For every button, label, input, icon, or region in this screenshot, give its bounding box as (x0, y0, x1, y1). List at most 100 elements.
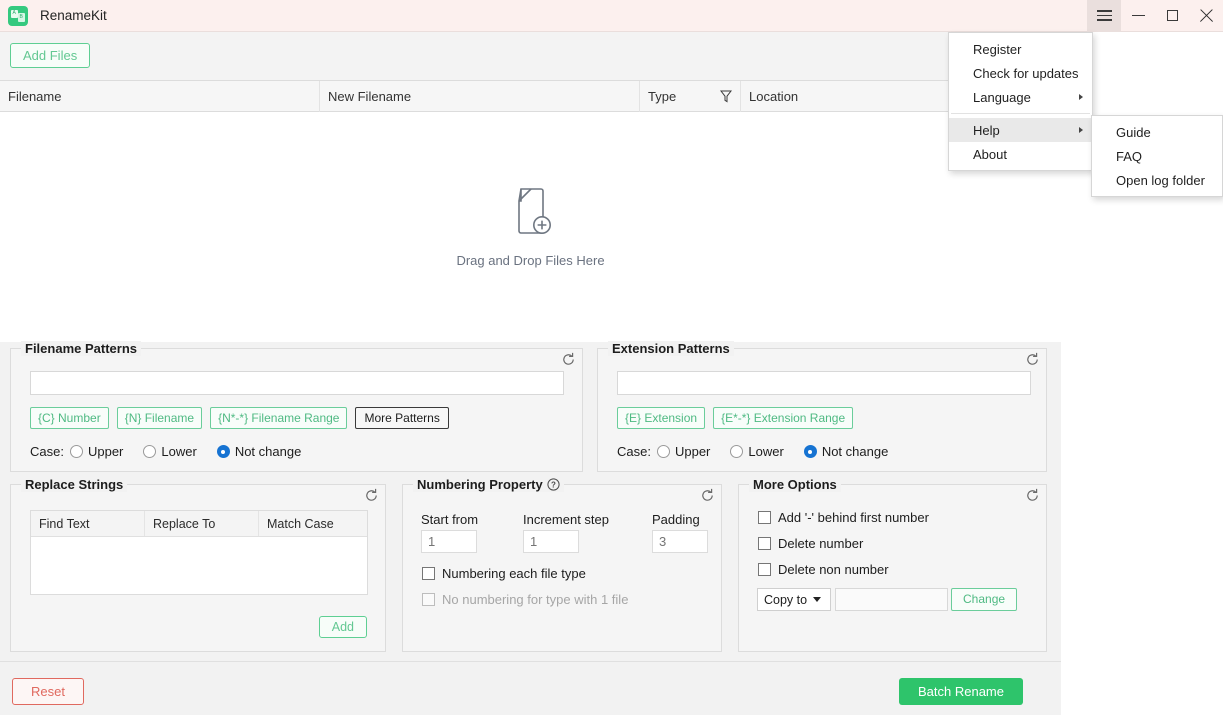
more-options-legend: More Options (749, 477, 841, 492)
radio-icon-upper[interactable] (69, 445, 83, 458)
increment-step-label: Increment step (523, 512, 609, 527)
column-header-replace-to[interactable]: Replace To (145, 511, 259, 536)
menu-item-faq[interactable]: FAQ (1092, 144, 1222, 168)
extension-case-lower[interactable]: Lower (730, 444, 784, 459)
checkbox-numbering-each-file-type[interactable] (422, 567, 435, 580)
filename-case-upper[interactable]: Upper (69, 444, 124, 459)
main-menu-dropdown[interactable]: Register Check for updates Language Help… (948, 32, 1093, 171)
checkbox-delete-non-number[interactable] (758, 563, 771, 576)
menu-item-guide-label: Guide (1116, 124, 1151, 140)
column-header-new-filename[interactable]: New Filename (320, 80, 640, 112)
close-icon[interactable] (1189, 0, 1223, 32)
window-controls (1087, 0, 1223, 32)
filename-patterns-title: Filename Patterns (25, 341, 137, 356)
menu-item-register[interactable]: Register (949, 37, 1092, 61)
help-submenu-dropdown[interactable]: Guide FAQ Open log folder (1091, 115, 1223, 197)
filename-case-lower[interactable]: Lower (143, 444, 197, 459)
menu-item-open-log-folder[interactable]: Open log folder (1092, 168, 1222, 192)
refresh-icon[interactable] (364, 488, 379, 503)
column-header-new-filename-label: New Filename (328, 88, 412, 104)
maximize-icon[interactable] (1155, 0, 1189, 32)
menu-hamburger-icon[interactable] (1087, 0, 1121, 32)
menu-item-language[interactable]: Language (949, 85, 1092, 109)
menu-item-check-for-updates-label: Check for updates (973, 65, 1079, 81)
extension-case-not-change[interactable]: Not change (803, 444, 889, 459)
add-replace-rule-button[interactable]: Add (318, 616, 367, 638)
start-from-input[interactable] (421, 530, 477, 553)
pattern-button-extension-range[interactable]: {E*-*} Extension Range (713, 407, 854, 429)
pattern-button-number[interactable]: {C} Number (30, 407, 109, 429)
filename-pattern-input[interactable] (30, 371, 564, 395)
extension-case-upper-label: Upper (674, 444, 711, 459)
drag-drop-zone[interactable]: Drag and Drop Files Here (0, 112, 1061, 342)
batch-rename-button[interactable]: Batch Rename (899, 678, 1023, 705)
column-header-find-text[interactable]: Find Text (31, 511, 145, 536)
checkbox-delete-number[interactable] (758, 537, 771, 550)
menu-item-faq-label: FAQ (1116, 148, 1143, 164)
radio-icon-lower[interactable] (730, 445, 744, 458)
delete-non-number-row[interactable]: Delete non number (758, 562, 889, 577)
funnel-filter-icon[interactable] (719, 90, 733, 103)
add-dash-behind-first-number-row[interactable]: Add '-' behind first number (758, 510, 929, 525)
more-patterns-button[interactable]: More Patterns (355, 407, 449, 429)
filename-case-not-change[interactable]: Not change (216, 444, 301, 459)
application-window: Add Files Filename New Filename Type Loc… (0, 0, 1061, 715)
numbering-property-panel: Numbering Property ? Start from Incremen… (402, 477, 722, 652)
change-path-button[interactable]: Change (951, 588, 1018, 611)
delete-non-number-label: Delete non number (778, 562, 889, 577)
extension-patterns-panel: Extension Patterns {E} Extension {E*-*} … (597, 341, 1047, 472)
padding-input[interactable] (652, 530, 708, 553)
refresh-icon[interactable] (561, 352, 576, 367)
refresh-icon[interactable] (1025, 488, 1040, 503)
menu-item-guide[interactable]: Guide (1092, 120, 1222, 144)
column-header-type[interactable]: Type (640, 80, 741, 112)
menu-item-about[interactable]: About (949, 142, 1092, 166)
extension-case-lower-label: Lower (748, 444, 784, 459)
file-add-icon (508, 187, 554, 239)
destination-path-input[interactable] (835, 588, 948, 611)
numbering-each-file-type-row[interactable]: Numbering each file type (422, 566, 586, 581)
filename-case-upper-label: Upper (87, 444, 124, 459)
checkbox-no-numbering-single-file[interactable] (422, 593, 435, 606)
checkbox-add-dash-behind-first-number[interactable] (758, 511, 771, 524)
replace-strings-table-header: Find Text Replace To Match Case (31, 511, 367, 537)
add-files-button[interactable]: Add Files (10, 43, 91, 68)
column-header-filename[interactable]: Filename (0, 80, 320, 112)
increment-step-input[interactable] (523, 530, 579, 553)
extension-pattern-input[interactable] (617, 371, 1031, 395)
title-bar: A B RenameKit (0, 0, 1223, 32)
toolbar: Add Files (0, 32, 1061, 81)
menu-item-open-log-folder-label: Open log folder (1116, 172, 1205, 188)
no-numbering-single-file-row[interactable]: No numbering for type with 1 file (422, 592, 628, 607)
svg-text:?: ? (551, 481, 556, 490)
menu-item-about-label: About (973, 146, 1007, 162)
refresh-icon[interactable] (1025, 352, 1040, 367)
file-list-body[interactable]: Drag and Drop Files Here (0, 112, 1061, 342)
app-title: RenameKit (40, 8, 107, 23)
pattern-button-extension[interactable]: {E} Extension (617, 407, 706, 429)
chevron-down-icon (813, 597, 822, 602)
column-header-location-label: Location (749, 88, 799, 104)
extension-case-not-change-label: Not change (821, 444, 889, 459)
radio-icon-lower[interactable] (143, 445, 157, 458)
pattern-button-filename[interactable]: {N} Filename (116, 407, 203, 429)
filename-patterns-panel: Filename Patterns {C} Number {N} Filenam… (10, 341, 583, 472)
replace-strings-table[interactable]: Find Text Replace To Match Case (30, 510, 368, 595)
minimize-icon[interactable] (1121, 0, 1155, 32)
radio-icon-not-change[interactable] (216, 445, 230, 458)
delete-number-row[interactable]: Delete number (758, 536, 863, 551)
radio-icon-not-change[interactable] (803, 445, 817, 458)
refresh-icon[interactable] (700, 488, 715, 503)
start-from-label: Start from (421, 512, 479, 527)
reset-button[interactable]: Reset (12, 678, 84, 705)
question-mark-icon[interactable]: ? (547, 478, 560, 491)
menu-item-help[interactable]: Help (949, 118, 1092, 142)
column-header-match-case[interactable]: Match Case (259, 511, 367, 536)
copy-to-select[interactable]: Copy to (757, 588, 831, 611)
menu-item-register-label: Register (973, 41, 1022, 57)
pattern-button-filename-range[interactable]: {N*-*} Filename Range (210, 407, 348, 429)
menu-item-check-for-updates[interactable]: Check for updates (949, 61, 1092, 85)
extension-case-upper[interactable]: Upper (656, 444, 711, 459)
numbering-each-file-type-label: Numbering each file type (442, 566, 586, 581)
radio-icon-upper[interactable] (656, 445, 670, 458)
